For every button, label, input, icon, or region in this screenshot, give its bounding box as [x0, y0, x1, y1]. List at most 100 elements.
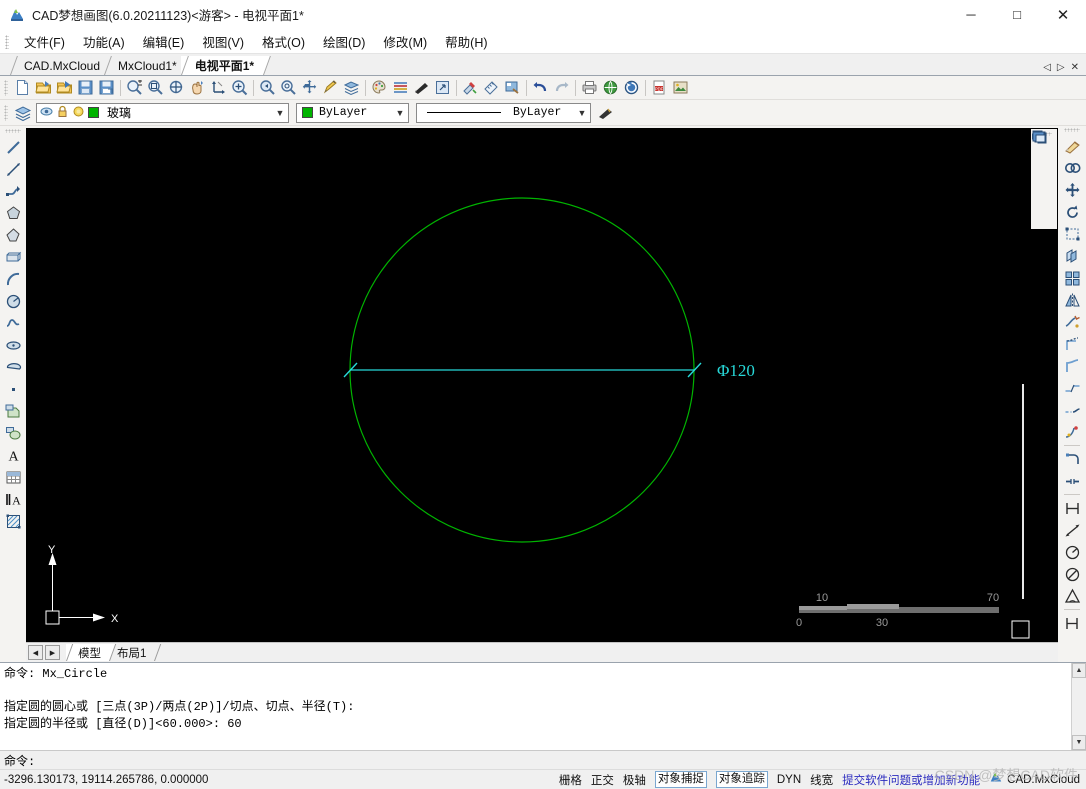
- tab-close-icon[interactable]: ✕: [1071, 62, 1079, 73]
- ucs-icon[interactable]: [208, 77, 229, 98]
- scale-tool-icon[interactable]: [432, 77, 453, 98]
- zoom-window-icon[interactable]: [145, 77, 166, 98]
- circle-tool-icon[interactable]: [2, 290, 24, 312]
- dimension-angular-icon[interactable]: [1061, 585, 1083, 607]
- lineweight-settings-icon[interactable]: [595, 102, 616, 123]
- layer-select[interactable]: 玻璃 ▼: [36, 102, 289, 123]
- color-select[interactable]: ByLayer ▼: [296, 102, 409, 123]
- menu-format[interactable]: 格式(O): [253, 30, 314, 53]
- scroll-up-icon[interactable]: ▲: [1072, 663, 1086, 678]
- coordinate-display[interactable]: -3296.130173, 19114.265786, 0.000000: [0, 774, 208, 786]
- zoom-in-out-icon[interactable]: [124, 77, 145, 98]
- spline-tool-icon[interactable]: [2, 312, 24, 334]
- layer-lock-icon[interactable]: [72, 105, 85, 121]
- rectangle-tool-icon[interactable]: [2, 246, 24, 268]
- document-tab-mxcloud1[interactable]: MxCloud1*: [104, 56, 187, 75]
- extend-tool-icon[interactable]: [1061, 355, 1083, 377]
- layout-next-icon[interactable]: ▶: [45, 645, 60, 660]
- open-cloud-file-icon[interactable]: [54, 77, 75, 98]
- layer-dropdown-chevron-down-icon[interactable]: ▼: [272, 104, 288, 122]
- polygon-tool-icon[interactable]: [2, 202, 24, 224]
- open-file-icon[interactable]: [33, 77, 54, 98]
- export-pdf-icon[interactable]: PDF: [649, 77, 670, 98]
- save-file-icon[interactable]: [75, 77, 96, 98]
- array-tool-icon[interactable]: [1061, 267, 1083, 289]
- rectangle-angled-tool-icon[interactable]: [2, 224, 24, 246]
- measure-icon[interactable]: [481, 77, 502, 98]
- zoom-all-icon[interactable]: [278, 77, 299, 98]
- chamfer-tool-icon[interactable]: [1061, 421, 1083, 443]
- layer-properties-manager-icon[interactable]: [12, 102, 33, 123]
- join-tool-icon[interactable]: [1061, 399, 1083, 421]
- menu-modify[interactable]: 修改(M): [374, 30, 436, 53]
- status-toggle-lineweight[interactable]: 线宽: [810, 772, 833, 788]
- save-as-file-icon[interactable]: [96, 77, 117, 98]
- linetype-dropdown-chevron-down-icon[interactable]: ▼: [574, 104, 590, 122]
- viewport-tile-icon[interactable]: [1032, 130, 1055, 183]
- export-image-icon[interactable]: [670, 77, 691, 98]
- command-input-row[interactable]: 命令:: [0, 750, 1086, 769]
- print-icon[interactable]: [579, 77, 600, 98]
- hatch-tool-icon[interactable]: [2, 510, 24, 532]
- layout-tab-model[interactable]: 模型: [66, 644, 110, 661]
- status-toggle-ortho[interactable]: 正交: [591, 772, 614, 788]
- trim-tool-icon[interactable]: [1061, 333, 1083, 355]
- publish-web-icon[interactable]: [600, 77, 621, 98]
- layer-freeze-icon[interactable]: [56, 105, 69, 121]
- tab-next-icon[interactable]: ▷: [1057, 62, 1065, 73]
- ellipse-arc-tool-icon[interactable]: [2, 356, 24, 378]
- new-file-icon[interactable]: [12, 77, 33, 98]
- stretch-tool-icon[interactable]: [1061, 223, 1083, 245]
- menu-function[interactable]: 功能(A): [74, 30, 134, 53]
- color-dropdown-chevron-down-icon[interactable]: ▼: [392, 104, 408, 122]
- dimension-aligned-icon[interactable]: [1061, 519, 1083, 541]
- modify-toolbar-grip[interactable]: [1064, 128, 1080, 132]
- status-toggle-osnap[interactable]: 对象捕捉: [654, 771, 707, 788]
- maximize-button[interactable]: □: [994, 0, 1040, 30]
- lineweight-icon[interactable]: [411, 77, 432, 98]
- edit-polyline-icon[interactable]: [320, 77, 341, 98]
- dimension-diameter-icon[interactable]: [1061, 563, 1083, 585]
- properties-toolbar-grip[interactable]: [4, 104, 8, 121]
- undo-icon[interactable]: [530, 77, 551, 98]
- menu-draw[interactable]: 绘图(D): [314, 30, 374, 53]
- multiline-text-icon[interactable]: A: [2, 488, 24, 510]
- feedback-link[interactable]: 提交软件问题或增加新功能: [842, 772, 980, 788]
- construction-line-tool-icon[interactable]: [2, 158, 24, 180]
- explode-tool-icon[interactable]: [1061, 311, 1083, 333]
- status-toggle-grid[interactable]: 栅格: [559, 772, 582, 788]
- menu-grip-handle[interactable]: [5, 34, 9, 49]
- brand-badge[interactable]: CAD.MxCloud: [989, 771, 1080, 788]
- scroll-down-icon[interactable]: ▼: [1072, 735, 1086, 750]
- redo-icon[interactable]: [551, 77, 572, 98]
- dimension-linear-icon[interactable]: [1061, 497, 1083, 519]
- viewport-cascade-icon[interactable]: [1032, 131, 1055, 205]
- offset-tool-icon[interactable]: [1061, 245, 1083, 267]
- break-tool-icon[interactable]: [1061, 377, 1083, 399]
- text-tool-icon[interactable]: A: [2, 444, 24, 466]
- layer-visibility-icon[interactable]: [40, 105, 53, 121]
- document-tab-tv-plan1[interactable]: 电视平面1*: [180, 56, 265, 75]
- menu-help[interactable]: 帮助(H): [436, 30, 496, 53]
- menu-view[interactable]: 视图(V): [193, 30, 253, 53]
- draw-toolbar-grip[interactable]: [5, 129, 21, 133]
- erase-tool-icon[interactable]: [1061, 135, 1083, 157]
- copy-tool-icon[interactable]: [1061, 157, 1083, 179]
- document-tab-cad-mxcloud[interactable]: CAD.MxCloud: [10, 56, 111, 75]
- mirror-tool-icon[interactable]: [1061, 289, 1083, 311]
- menu-edit[interactable]: 编辑(E): [134, 30, 194, 53]
- move-tool-icon[interactable]: [1061, 179, 1083, 201]
- point-tool-icon[interactable]: [2, 378, 24, 400]
- tab-prev-icon[interactable]: ◁: [1043, 62, 1051, 73]
- dimension-continue-icon[interactable]: [1061, 470, 1083, 492]
- layer-color-swatch[interactable]: [88, 107, 99, 118]
- layer-manager-icon[interactable]: [341, 77, 362, 98]
- rotate-tool-icon[interactable]: [1061, 201, 1083, 223]
- insert-block-icon[interactable]: [2, 422, 24, 444]
- toolbar-grip-handle[interactable]: [4, 79, 8, 96]
- menu-file[interactable]: 文件(F): [15, 30, 74, 53]
- minimize-button[interactable]: ─: [948, 0, 994, 30]
- move-tool-icon[interactable]: [299, 77, 320, 98]
- ellipse-tool-icon[interactable]: [2, 334, 24, 356]
- match-properties-icon[interactable]: [460, 77, 481, 98]
